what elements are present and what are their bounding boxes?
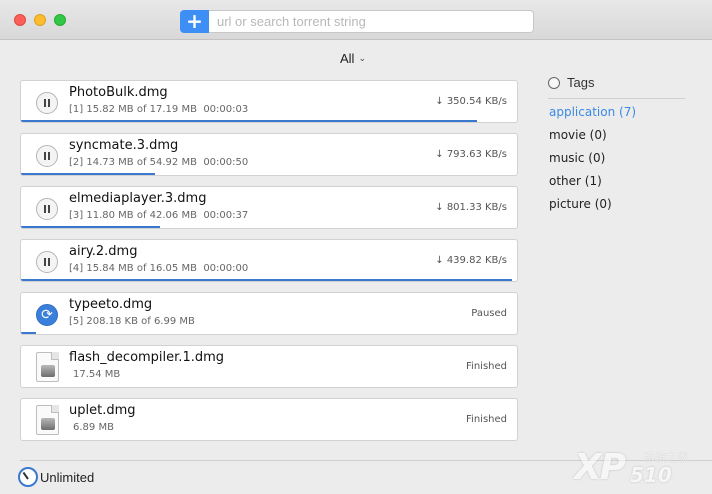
torrent-status: ↓ 793.63 KB/s — [435, 149, 507, 160]
pause-icon[interactable] — [36, 92, 58, 114]
tag-item[interactable]: other (1) — [549, 174, 602, 188]
progress-bar — [21, 279, 513, 281]
torrent-eta: 00:00:37 — [203, 210, 249, 221]
torrent-row[interactable]: PhotoBulk.dmg [1] 15.82 MB of 17.19 MB 00… — [20, 80, 518, 123]
progress-bar — [21, 120, 478, 122]
torrent-row[interactable]: flash_decompiler.1.dmg 17.54 MB Finished — [20, 345, 518, 388]
tags-header: Tags — [548, 75, 594, 90]
title-bar: + — [0, 0, 712, 40]
torrent-name: PhotoBulk.dmg — [69, 85, 168, 100]
disk-image-file-icon — [36, 405, 59, 435]
tag-item[interactable]: application (7) — [549, 105, 636, 119]
watermark-number: 510 — [630, 463, 672, 487]
zoom-window-button[interactable] — [54, 14, 66, 26]
torrent-info: [4] 15.84 MB of 16.05 MB 00:00:00 — [69, 263, 248, 274]
torrent-status: ↓ 801.33 KB/s — [435, 202, 507, 213]
torrent-size: 208.18 KB of 6.99 MB — [86, 316, 195, 327]
torrent-info: [2] 14.73 MB of 54.92 MB 00:00:50 — [69, 157, 248, 168]
torrent-size: 14.73 MB of 54.92 MB — [86, 157, 197, 168]
progress-bar — [21, 173, 155, 175]
torrent-info: 6.89 MB — [73, 422, 114, 433]
torrent-status: Paused — [471, 308, 507, 319]
filter-dropdown[interactable]: All ⌄ — [340, 50, 385, 66]
torrent-row[interactable]: uplet.dmg 6.89 MB Finished — [20, 398, 518, 441]
torrent-eta: 00:00:03 — [203, 104, 249, 115]
add-torrent-button[interactable]: + — [180, 10, 209, 33]
tag-circle-icon — [548, 76, 560, 89]
torrent-index: [2] — [69, 157, 84, 168]
tag-item[interactable]: music (0) — [549, 151, 605, 165]
torrent-name: uplet.dmg — [69, 403, 136, 418]
torrent-info: [3] 11.80 MB of 42.06 MB 00:00:37 — [69, 210, 248, 221]
pause-icon[interactable] — [36, 145, 58, 167]
torrent-row[interactable]: ⟳ typeeto.dmg [5] 208.18 KB of 6.99 MB Paus… — [20, 292, 518, 335]
torrent-name: airy.2.dmg — [69, 244, 138, 259]
torrent-status: Finished — [466, 361, 507, 372]
resume-icon[interactable]: ⟳ — [36, 304, 58, 326]
watermark-brand: XP — [574, 447, 626, 488]
torrent-row[interactable]: elmediaplayer.3.dmg [3] 11.80 MB of 42.06… — [20, 186, 518, 229]
torrent-index: [4] — [69, 263, 84, 274]
close-window-button[interactable] — [14, 14, 26, 26]
tags-divider — [548, 98, 685, 99]
torrent-status: ↓ 350.54 KB/s — [435, 96, 507, 107]
torrent-eta: 00:00:00 — [203, 263, 249, 274]
disk-image-file-icon — [36, 352, 59, 382]
torrent-size: 17.54 MB — [73, 369, 121, 380]
torrent-name: flash_decompiler.1.dmg — [69, 350, 225, 365]
watermark-logo: XP 系统之家 510 — [574, 445, 704, 489]
progress-bar — [21, 226, 160, 228]
torrent-name: syncmate.3.dmg — [69, 138, 179, 153]
torrent-info: [5] 208.18 KB of 6.99 MB — [69, 316, 195, 327]
tag-item[interactable]: movie (0) — [549, 128, 607, 142]
pause-icon[interactable] — [36, 198, 58, 220]
torrent-status: Finished — [466, 414, 507, 425]
torrent-size: 6.89 MB — [73, 422, 114, 433]
torrent-size: 15.82 MB of 17.19 MB — [86, 104, 197, 115]
torrent-size: 15.84 MB of 16.05 MB — [86, 263, 197, 274]
chevron-down-icon: ⌄ — [358, 53, 366, 63]
filter-label: All — [340, 50, 355, 66]
torrent-info: 17.54 MB — [73, 369, 120, 380]
torrent-index: [3] — [69, 210, 84, 221]
torrent-row[interactable]: syncmate.3.dmg [2] 14.73 MB of 54.92 MB 0… — [20, 133, 518, 176]
torrent-status: ↓ 439.82 KB/s — [435, 255, 507, 266]
torrent-name: elmediaplayer.3.dmg — [69, 191, 207, 206]
search-input[interactable] — [209, 10, 534, 33]
pause-icon[interactable] — [36, 251, 58, 273]
tags-title: Tags — [567, 75, 595, 90]
torrent-eta: 00:00:50 — [203, 157, 249, 168]
minimize-window-button[interactable] — [34, 14, 46, 26]
torrent-name: typeeto.dmg — [69, 297, 153, 312]
progress-bar — [21, 332, 36, 334]
torrent-index: [1] — [69, 104, 84, 115]
torrent-row[interactable]: airy.2.dmg [4] 15.84 MB of 16.05 MB 00:00… — [20, 239, 518, 282]
speed-limit-icon[interactable] — [18, 467, 38, 487]
torrent-index: [5] — [69, 316, 84, 327]
torrent-size: 11.80 MB of 42.06 MB — [86, 210, 197, 221]
tag-item[interactable]: picture (0) — [549, 197, 612, 211]
speed-limit-label[interactable]: Unlimited — [40, 470, 94, 485]
torrent-info: [1] 15.82 MB of 17.19 MB 00:00:03 — [69, 104, 248, 115]
